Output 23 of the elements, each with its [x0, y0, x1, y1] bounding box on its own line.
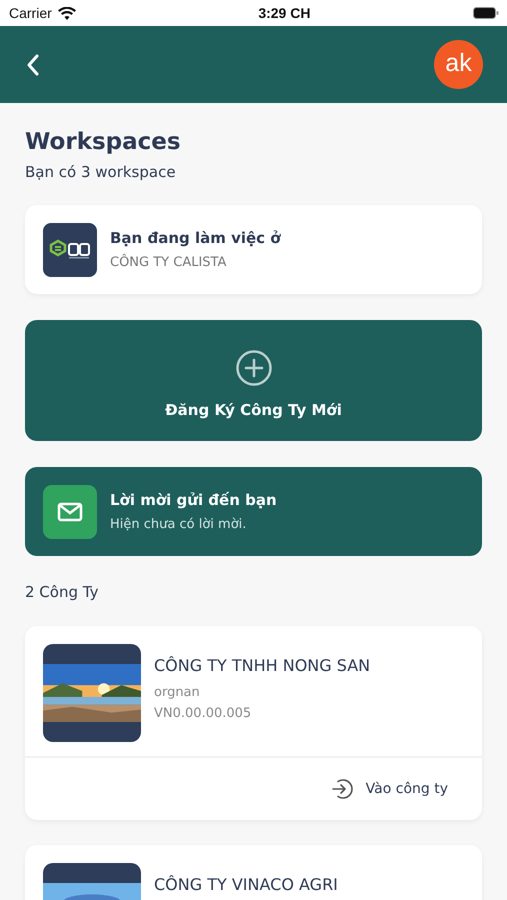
companies-heading: 2 Công Ty: [25, 583, 100, 601]
status-time: 3:29 CH: [258, 5, 310, 21]
company-title: CÔNG TY VINACO AGRI: [154, 875, 338, 894]
invitations-card[interactable]: Lời mời gửi đến bạn Hiện chưa có lời mời.: [25, 467, 482, 556]
company-title: CÔNG TY TNHH NONG SAN: [154, 656, 370, 675]
add-icon: [234, 348, 272, 386]
enter-arrow-icon: [330, 777, 354, 801]
enter-company-button[interactable]: Vào công ty: [330, 777, 448, 801]
back-button[interactable]: [26, 52, 40, 76]
register-company-button[interactable]: Đăng Ký Công Ty Mới: [25, 320, 482, 441]
current-label: Bạn đang làm việc ở: [110, 229, 281, 247]
carrier-label: Carrier: [9, 5, 52, 21]
invitation-message: Hiện chưa có lời mời.: [110, 517, 248, 532]
page-title: Workspaces: [25, 129, 182, 155]
mail-icon: [43, 484, 97, 538]
company-code: orgnan: [154, 685, 201, 700]
wifi-icon: [58, 6, 76, 20]
invitation-title: Lời mời gửi đến bạn: [110, 491, 277, 509]
company-tax-id: VN0.00.00.005: [154, 706, 252, 721]
company-logo-icon: [43, 222, 97, 276]
company-name: CÔNG TY CALISTA: [110, 255, 228, 270]
battery-icon: [472, 7, 499, 19]
workspace-count: Bạn có 3 workspace: [25, 163, 177, 181]
